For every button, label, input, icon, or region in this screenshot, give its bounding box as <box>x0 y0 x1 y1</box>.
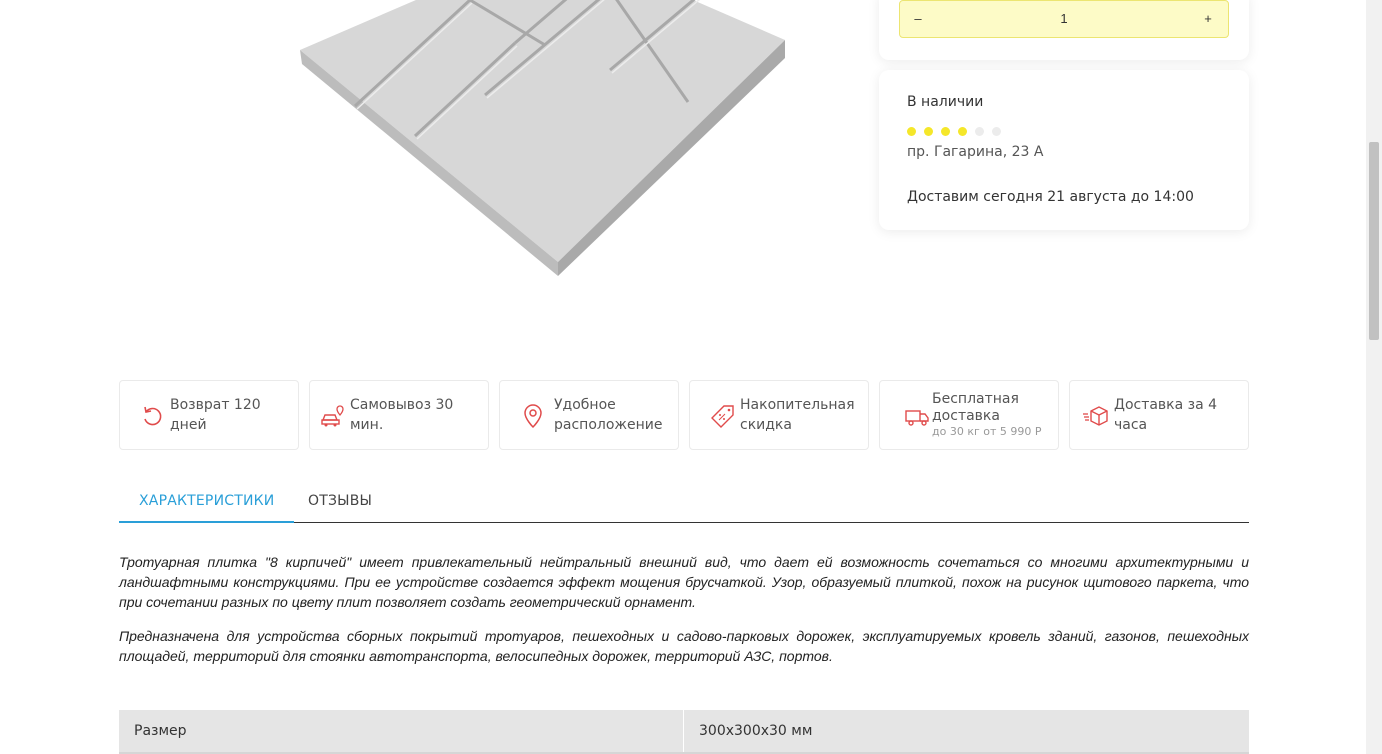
stock-level-indicator <box>907 123 1009 136</box>
product-page: – 1 + В наличии пр. Гагарина, 23 А Доста… <box>0 0 1366 754</box>
benefit-label: Удобное расположение <box>554 397 663 433</box>
stock-dot <box>941 127 950 136</box>
benefit-label: Накопительная скидка <box>740 397 855 433</box>
benefit-sublabel: до 30 кг от 5 990 Р <box>932 425 1042 438</box>
product-image[interactable] <box>280 0 800 280</box>
page-scrollbar[interactable] <box>1366 0 1382 754</box>
delivery-date: Доставим сегодня 21 августа до 14:00 <box>907 189 1194 205</box>
delivery-truck-icon <box>905 410 929 426</box>
discount-tag-icon <box>711 405 734 428</box>
benefit-label: Возврат 120 дней <box>170 397 261 433</box>
tab-reviews[interactable]: ОТЗЫВЫ <box>288 480 392 521</box>
product-description: Тротуарная плитка "8 кирпичей" имеет при… <box>119 552 1249 680</box>
stock-dot <box>924 127 933 136</box>
specs-table: Размер 300x300x30 мм <box>119 710 1249 754</box>
stock-dot <box>958 127 967 136</box>
benefit-label: Самовывоз 30 мин. <box>350 397 454 433</box>
stock-dot <box>992 127 1001 136</box>
return-icon <box>144 406 162 426</box>
stock-dot <box>907 127 916 136</box>
scrollbar-thumb[interactable] <box>1369 142 1379 340</box>
availability-card: В наличии пр. Гагарина, 23 А Доставим се… <box>879 70 1249 230</box>
decrease-quantity-button[interactable]: – <box>900 1 936 37</box>
benefit-pickup: Самовывоз 30 мин. <box>309 380 489 450</box>
benefit-fast-delivery: Доставка за 4 часа <box>1069 380 1249 450</box>
tab-characteristics[interactable]: ХАРАКТЕРИСТИКИ <box>119 480 295 523</box>
benefits-row: Возврат 120 дней Самовывоз 30 мин. Удобн… <box>119 380 1249 450</box>
description-paragraph: Предназначена для устройства сборных пок… <box>119 628 1249 664</box>
spec-value: 300x300x30 мм <box>699 723 813 739</box>
car-location-icon <box>321 405 344 427</box>
benefit-label: Доставка за 4 часа <box>1114 397 1218 433</box>
increase-quantity-button[interactable]: + <box>1190 1 1226 37</box>
stock-dot <box>975 127 984 136</box>
benefit-location: Удобное расположение <box>499 380 679 450</box>
benefit-return: Возврат 120 дней <box>119 380 299 450</box>
spec-key: Размер <box>134 723 187 739</box>
benefit-free-delivery: Бесплатная доставка до 30 кг от 5 990 Р <box>879 380 1059 450</box>
quantity-card: – 1 + <box>879 0 1249 60</box>
product-tabs: ХАРАКТЕРИСТИКИ ОТЗЫВЫ <box>119 480 1249 523</box>
table-row: Размер 300x300x30 мм <box>119 710 1249 754</box>
benefit-discount: Накопительная скидка <box>689 380 869 450</box>
benefit-label: Бесплатная доставка <box>932 391 1019 424</box>
quantity-value[interactable]: 1 <box>1060 1 1067 37</box>
stock-status: В наличии <box>907 94 984 110</box>
fast-box-icon <box>1083 406 1108 426</box>
description-paragraph: Тротуарная плитка "8 кирпичей" имеет при… <box>119 554 1249 610</box>
store-address[interactable]: пр. Гагарина, 23 А <box>907 144 1043 160</box>
quantity-stepper: – 1 + <box>899 0 1229 38</box>
location-pin-icon <box>524 404 542 429</box>
